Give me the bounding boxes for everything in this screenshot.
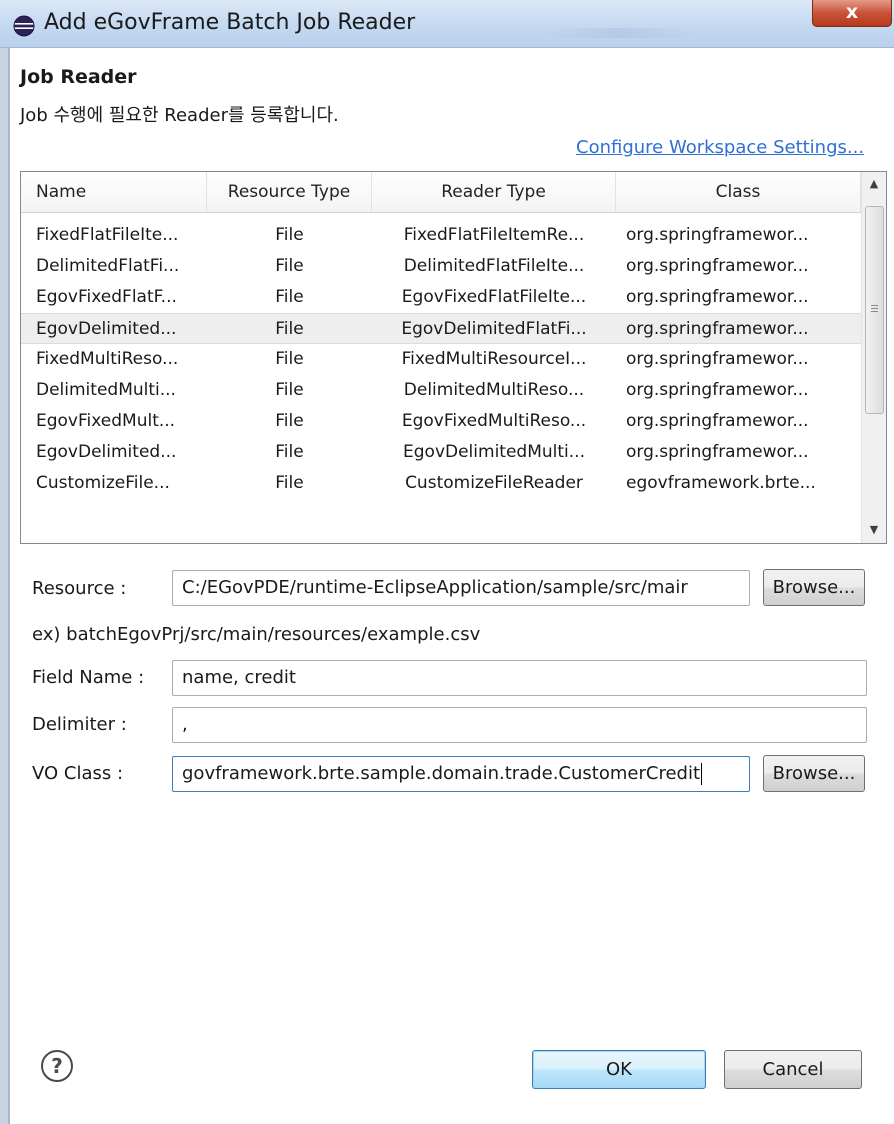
resource-example-text: ex) batchEgovPrj/src/main/resources/exam… xyxy=(32,624,481,645)
field-name-label: Field Name : xyxy=(32,667,145,688)
cell-reader-type: EgovFixedMultiReso... xyxy=(401,411,587,431)
page-description: Job 수행에 필요한 Reader를 등록합니다. xyxy=(20,105,339,126)
reader-table[interactable]: Name Resource Type Reader Type Class Fix… xyxy=(20,171,887,544)
cell-name: EgovFixedMult... xyxy=(36,411,176,431)
cell-name: EgovFixedFlatF... xyxy=(36,287,177,307)
cell-class: org.springframewor... xyxy=(626,256,809,276)
resource-input[interactable]: C:/EGovPDE/runtime-EclipseApplication/sa… xyxy=(172,570,750,606)
resource-browse-button[interactable]: Browse... xyxy=(763,569,865,606)
resource-label: Resource : xyxy=(32,578,127,599)
cell-name: EgovDelimited... xyxy=(36,442,177,462)
cell-class: org.springframewor... xyxy=(626,225,809,245)
close-button[interactable]: x xyxy=(812,0,892,27)
column-header-resource-type[interactable]: Resource Type xyxy=(207,172,372,212)
cell-reader-type: DelimitedFlatFileIte... xyxy=(403,256,585,276)
column-header-reader-type[interactable]: Reader Type xyxy=(372,172,616,212)
cell-resource-type: File xyxy=(275,319,304,339)
cell-class: org.springframewor... xyxy=(626,319,809,339)
grip-line xyxy=(871,311,878,312)
cell-resource-type: File xyxy=(275,256,304,276)
scroll-up-arrow-icon[interactable]: ▲ xyxy=(862,172,886,196)
field-name-input[interactable]: name, credit xyxy=(172,660,867,696)
window-title: Add eGovFrame Batch Job Reader xyxy=(44,10,416,35)
table-row[interactable]: DelimitedMulti... File DelimitedMultiRes… xyxy=(21,375,861,406)
scrollbar-thumb[interactable] xyxy=(865,206,884,414)
title-bar: Add eGovFrame Batch Job Reader x xyxy=(0,0,894,48)
table-header: Name Resource Type Reader Type Class xyxy=(21,172,861,213)
text-caret xyxy=(701,763,703,785)
cell-name: FixedFlatFileIte... xyxy=(36,225,179,245)
ok-button[interactable]: OK xyxy=(532,1050,706,1089)
vo-class-browse-button[interactable]: Browse... xyxy=(763,755,865,792)
cell-resource-type: File xyxy=(275,473,304,493)
table-row-selected[interactable]: EgovDelimited... File EgovDelimitedFlatF… xyxy=(21,313,861,344)
cell-class: egovframework.brte... xyxy=(626,473,816,493)
delimiter-input[interactable]: , xyxy=(172,707,867,743)
cell-resource-type: File xyxy=(275,225,304,245)
vo-class-input[interactable]: govframework.brte.sample.domain.trade.Cu… xyxy=(172,756,750,792)
help-icon[interactable]: ? xyxy=(41,1050,73,1082)
cell-class: org.springframewor... xyxy=(626,287,809,307)
column-header-name[interactable]: Name xyxy=(21,172,207,212)
eclipse-app-icon xyxy=(13,15,35,37)
table-row[interactable]: DelimitedFlatFi... File DelimitedFlatFil… xyxy=(21,251,861,282)
vo-class-value: govframework.brte.sample.domain.trade.Cu… xyxy=(182,763,701,784)
cell-resource-type: File xyxy=(275,380,304,400)
table-row[interactable]: FixedMultiReso... File FixedMultiResourc… xyxy=(21,344,861,375)
cell-resource-type: File xyxy=(275,349,304,369)
cell-name: CustomizeFile... xyxy=(36,473,170,493)
cell-class: org.springframewor... xyxy=(626,380,809,400)
cell-class: org.springframewor... xyxy=(626,349,809,369)
page-heading: Job Reader xyxy=(20,66,137,88)
table-vertical-scrollbar[interactable]: ▲ ▼ xyxy=(861,172,886,543)
cell-class: org.springframewor... xyxy=(626,442,809,462)
cell-reader-type: CustomizeFileReader xyxy=(405,473,583,493)
cell-name: FixedMultiReso... xyxy=(36,349,179,369)
cell-reader-type: FixedFlatFileItemRe... xyxy=(403,225,585,245)
cell-resource-type: File xyxy=(275,442,304,462)
column-header-class[interactable]: Class xyxy=(616,172,861,212)
table-row[interactable]: EgovFixedMult... File EgovFixedMultiReso… xyxy=(21,406,861,437)
table-row[interactable]: FixedFlatFileIte... File FixedFlatFileIt… xyxy=(21,220,861,251)
cell-reader-type: DelimitedMultiReso... xyxy=(403,380,585,400)
cell-resource-type: File xyxy=(275,411,304,431)
table-row[interactable]: CustomizeFile... File CustomizeFileReade… xyxy=(21,468,861,499)
grip-line xyxy=(871,308,878,309)
table-row[interactable]: EgovDelimited... File EgovDelimitedMulti… xyxy=(21,437,861,468)
grip-line xyxy=(871,305,878,306)
cell-name: DelimitedFlatFi... xyxy=(36,256,180,276)
cell-name: DelimitedMulti... xyxy=(36,380,176,400)
vo-class-label: VO Class : xyxy=(32,763,124,784)
cell-reader-type: EgovDelimitedMulti... xyxy=(403,442,585,462)
scroll-down-arrow-icon[interactable]: ▼ xyxy=(862,518,886,542)
title-bar-glow xyxy=(540,28,700,38)
delimiter-label: Delimiter : xyxy=(32,714,127,735)
cell-resource-type: File xyxy=(275,287,304,307)
cell-reader-type: FixedMultiResourceI... xyxy=(401,349,587,369)
cell-name: EgovDelimited... xyxy=(36,319,177,339)
cell-class: org.springframewor... xyxy=(626,411,809,431)
cancel-button[interactable]: Cancel xyxy=(724,1050,862,1089)
cell-reader-type: EgovFixedFlatFileIte... xyxy=(401,287,587,307)
cell-reader-type: EgovDelimitedFlatFi... xyxy=(401,319,587,339)
table-row[interactable]: EgovFixedFlatF... File EgovFixedFlatFile… xyxy=(21,282,861,313)
window-frame-left-inner xyxy=(8,48,10,1124)
configure-workspace-settings-link[interactable]: Configure Workspace Settings... xyxy=(576,137,864,158)
